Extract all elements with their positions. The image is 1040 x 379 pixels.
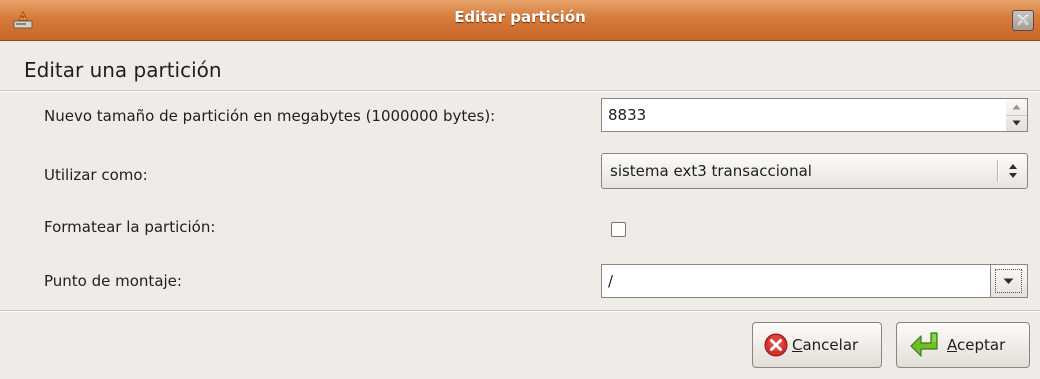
heading-separator xyxy=(0,90,1040,92)
size-label: Nuevo tamaño de partición en megabytes (… xyxy=(44,107,496,125)
use-as-combo[interactable]: sistema ext3 transaccional xyxy=(601,153,1028,189)
spin-up-button[interactable] xyxy=(1006,99,1027,116)
cancel-button[interactable]: Cancelar xyxy=(752,322,882,368)
spin-down-button[interactable] xyxy=(1006,115,1027,131)
format-label: Formatear la partición: xyxy=(44,218,216,236)
mount-point-input[interactable] xyxy=(601,264,991,298)
spin-down-icon xyxy=(1012,120,1021,126)
dropdown-arrow-icon xyxy=(1003,278,1014,284)
close-icon xyxy=(1017,14,1029,26)
combo-divider xyxy=(997,160,999,182)
cancel-icon xyxy=(764,333,788,357)
dropdown-focus-ring xyxy=(995,269,1022,293)
accept-button-label: Aceptar xyxy=(947,336,1006,354)
cancel-button-label: Cancelar xyxy=(792,336,859,354)
mount-point-dropdown-button[interactable] xyxy=(991,264,1028,298)
format-checkbox[interactable] xyxy=(611,222,626,237)
return-arrow-icon xyxy=(910,332,938,357)
title-bar[interactable]: Editar partición xyxy=(0,0,1040,41)
button-separator xyxy=(0,310,1040,312)
size-spin-input[interactable] xyxy=(601,98,1007,132)
mount-point-label: Punto de montaje: xyxy=(44,272,182,290)
spin-up-icon xyxy=(1012,104,1021,110)
window-title: Editar partición xyxy=(454,8,586,26)
use-as-selected-value: sistema ext3 transaccional xyxy=(610,162,812,180)
combo-arrows-icon xyxy=(1009,164,1017,178)
dialog-heading: Editar una partición xyxy=(24,58,222,82)
size-spin-buttons xyxy=(1006,98,1028,132)
use-as-label: Utilizar como: xyxy=(44,166,148,184)
accept-button[interactable]: Aceptar xyxy=(896,322,1030,368)
dialog-window: Editar partición Editar una partición Nu… xyxy=(0,0,1040,379)
close-button[interactable] xyxy=(1012,10,1034,31)
